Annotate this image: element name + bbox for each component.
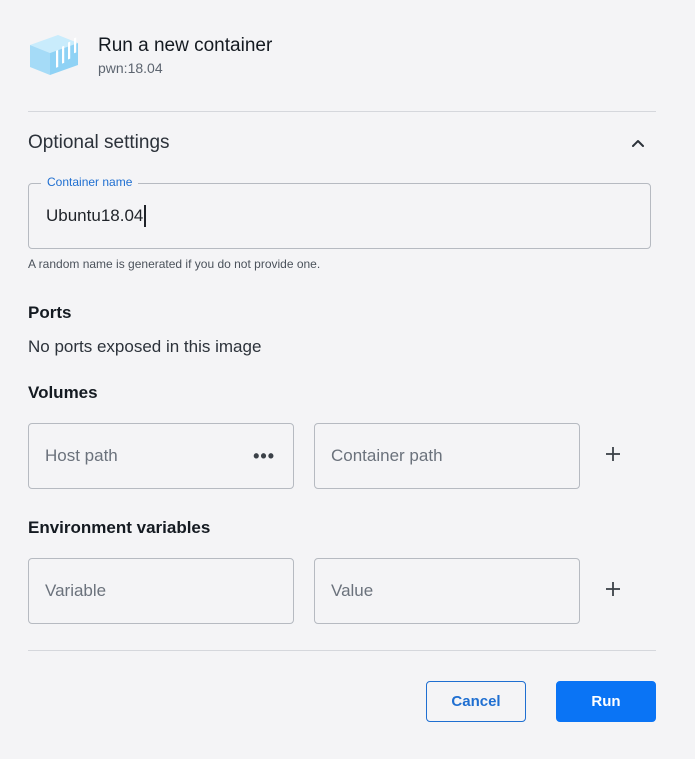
- ports-message: No ports exposed in this image: [28, 337, 262, 356]
- container-path-input[interactable]: Container path: [314, 423, 580, 489]
- container-name-field[interactable]: Container name Ubuntu18.04: [28, 175, 651, 249]
- plus-icon: [606, 447, 620, 461]
- plus-icon: [606, 582, 620, 596]
- add-volume-button[interactable]: [601, 442, 625, 466]
- value-input[interactable]: Value: [314, 558, 580, 624]
- cancel-button[interactable]: Cancel: [426, 681, 526, 722]
- container-name-value: Ubuntu18.04: [46, 206, 144, 225]
- container-path-placeholder: Container path: [331, 446, 443, 465]
- variable-placeholder: Variable: [45, 581, 107, 600]
- divider: [28, 650, 656, 651]
- chevron-up-icon[interactable]: [630, 135, 646, 151]
- ports-label: Ports: [28, 303, 72, 322]
- volumes-label: Volumes: [28, 383, 98, 402]
- container-name-label: Container name: [41, 175, 139, 189]
- variable-input[interactable]: Variable: [28, 558, 294, 624]
- dialog-title: Run a new container: [98, 35, 273, 56]
- browse-dots-icon[interactable]: •••: [253, 447, 275, 465]
- add-env-button[interactable]: [601, 577, 625, 601]
- image-name: pwn:18.04: [98, 60, 163, 76]
- host-path-input[interactable]: Host path •••: [28, 423, 294, 489]
- container-name-helper: A random name is generated if you do not…: [28, 257, 321, 271]
- divider: [28, 111, 656, 112]
- run-container-dialog: Run a new container pwn:18.04 Optional s…: [0, 0, 695, 759]
- optional-settings-toggle[interactable]: Optional settings: [28, 128, 656, 158]
- optional-settings-title: Optional settings: [28, 132, 170, 153]
- value-placeholder: Value: [331, 581, 374, 600]
- host-path-placeholder: Host path: [45, 446, 118, 465]
- dialog-header: Run a new container pwn:18.04: [28, 31, 272, 77]
- container-icon: [30, 35, 78, 75]
- text-caret: [144, 205, 146, 227]
- run-button[interactable]: Run: [556, 681, 656, 722]
- env-label: Environment variables: [28, 518, 211, 537]
